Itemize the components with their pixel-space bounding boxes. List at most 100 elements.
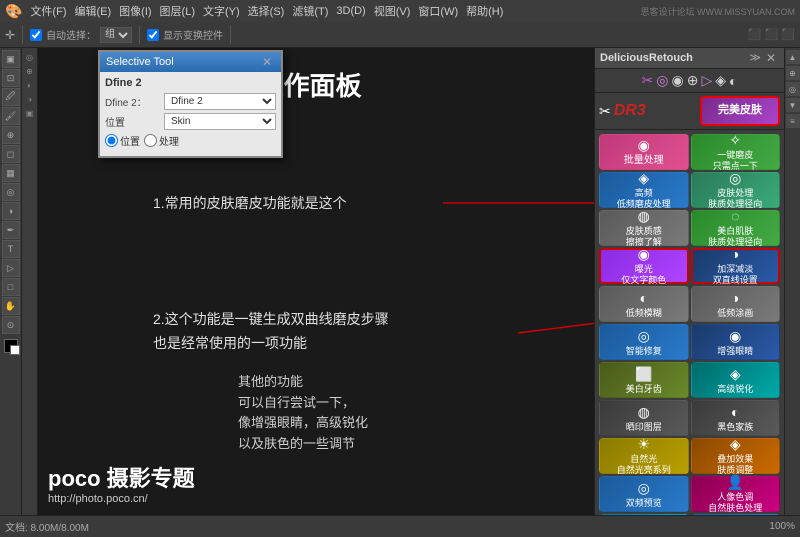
- panel-btn-smart-repair[interactable]: ◎ 智能修复: [599, 324, 689, 360]
- panel-btn-print-layer[interactable]: ◍ 晒印图层: [599, 400, 689, 436]
- print-icon: ◍: [638, 404, 650, 421]
- panel-btn-exposure[interactable]: ◉ 曝光仅文字颜色: [599, 248, 689, 284]
- panel-btn-texture[interactable]: ◍ 皮肤质感擦擦了解: [599, 210, 689, 246]
- radio-label-2[interactable]: 处理: [144, 133, 179, 148]
- exposure-label: 曝光仅文字颜色: [621, 264, 666, 286]
- menu-3d[interactable]: 3D(D): [336, 5, 365, 17]
- mini-tool-4[interactable]: ▼: [786, 98, 800, 112]
- pen-tool[interactable]: ✒: [2, 221, 20, 239]
- clone-tool[interactable]: ⊕: [2, 126, 20, 144]
- panel-btn-highfreq[interactable]: ◈ 高频低频磨皮处理: [599, 172, 689, 208]
- mini-tool-2[interactable]: ⊕: [786, 66, 800, 80]
- blur-tool[interactable]: ◎: [2, 183, 20, 201]
- panel-btn-enhance-eyes[interactable]: ◉ 增强眼睛: [691, 324, 781, 360]
- dialog-title: Selective Tool: [106, 56, 174, 68]
- mini-tool-3[interactable]: ◎: [786, 82, 800, 96]
- panel-close-btn[interactable]: ✕: [763, 51, 779, 65]
- panel-btn-natural-light[interactable]: ☀ 自然光自然光亮系列: [599, 438, 689, 474]
- sub-tool-3[interactable]: ◐: [24, 79, 36, 91]
- panel-btn-perfect-skin[interactable]: 完美皮肤: [700, 96, 780, 126]
- panel-btn-lowfreq-blur[interactable]: ◐ 低频模糊: [599, 286, 689, 322]
- panel-btn-lowfreq-paint[interactable]: ◑ 低频涂画: [691, 286, 781, 322]
- panel-tool-2[interactable]: ◎: [656, 72, 668, 89]
- black-label: 黑色家族: [717, 422, 753, 433]
- skinprocess-label: 皮肤处理肤质处理径向: [708, 188, 762, 210]
- menu-help[interactable]: 帮助(H): [466, 3, 503, 19]
- menu-filter[interactable]: 滤镜(T): [292, 3, 328, 19]
- radio-position[interactable]: [105, 134, 118, 147]
- dr3-row: ✂ DR3 完美皮肤: [595, 93, 784, 130]
- panel-tool-1[interactable]: ✂: [642, 72, 654, 89]
- dialog-row-2: 位置 Skin: [105, 113, 276, 130]
- perfect-skin-label: 完美皮肤: [718, 104, 762, 117]
- panel-btn-batch[interactable]: ◉ 批量处理: [599, 134, 689, 170]
- gradient-tool[interactable]: ▦: [2, 164, 20, 182]
- dialog-close-btn[interactable]: ✕: [259, 55, 275, 69]
- exposure-icon: ◉: [638, 246, 650, 263]
- panel-btn-dual-freq[interactable]: ◎ 双频预览: [599, 476, 689, 512]
- eyedropper-tool[interactable]: 🖉: [2, 88, 20, 106]
- dialog-body: Dfine 2 Dfine 2： Dfine 2 位置 Skin: [100, 72, 281, 156]
- show-transform-checkbox[interactable]: [147, 29, 159, 41]
- foreground-color[interactable]: [4, 339, 18, 353]
- menu-text[interactable]: 文字(Y): [203, 3, 240, 19]
- panel-btn-skinprocess[interactable]: ◎ 皮肤处理肤质处理径向: [691, 172, 781, 208]
- sub-tool-5[interactable]: ▣: [24, 107, 36, 119]
- zoom-level: 100%: [769, 521, 795, 532]
- menu-edit[interactable]: 编辑(E): [74, 3, 111, 19]
- text-tool[interactable]: T: [2, 240, 20, 258]
- lowfreq-paint-label: 低频涂画: [717, 308, 753, 319]
- panel-btn-sharpen[interactable]: ◈ 高级锐化: [691, 362, 781, 398]
- menu-layer[interactable]: 图层(L): [160, 3, 195, 19]
- menu-image[interactable]: 图像(I): [119, 3, 151, 19]
- poco-main-text: poco 摄影专题: [48, 461, 195, 493]
- brush-tool[interactable]: 🖌: [2, 107, 20, 125]
- panel-btn-whiten[interactable]: ◌ 美白肌肤肤质处理径向: [691, 210, 781, 246]
- mini-tool-1[interactable]: ▲: [786, 50, 800, 64]
- sharpen-label: 高级锐化: [717, 384, 753, 395]
- cyan-icon: ◉: [638, 512, 650, 515]
- panel-btn-overlay[interactable]: ◈ 叠加效果肤质调整: [691, 438, 781, 474]
- auto-select-dropdown[interactable]: 组: [100, 27, 132, 43]
- panel-tool-4[interactable]: ⊕: [687, 72, 699, 89]
- hand-tool[interactable]: ✋: [2, 297, 20, 315]
- main-layout: ▣ ⊡ 🖉 🖌 ⊕ ◻ ▦ ◎ ◑ ✒ T ▷ □ ✋ ⊙ ◎ ⊕ ◐ ◑ ▣ …: [0, 48, 800, 515]
- dialog-titlebar[interactable]: Selective Tool ✕: [100, 52, 281, 72]
- sub-tool-1[interactable]: ◎: [24, 51, 36, 63]
- dodge-tool[interactable]: ◑: [2, 202, 20, 220]
- eraser-tool[interactable]: ◻: [2, 145, 20, 163]
- mini-tool-5[interactable]: ≡: [786, 114, 800, 128]
- radio-label-1[interactable]: 位置: [105, 133, 140, 148]
- menu-select[interactable]: 选择(S): [248, 3, 285, 19]
- whiten-icon: ◌: [731, 208, 739, 225]
- oneclick-icon: ✧: [729, 132, 741, 149]
- menu-file[interactable]: 文件(F): [30, 3, 66, 19]
- panel-btn-blue-tone[interactable]: ◉ 蓝色调一些颜色: [691, 514, 781, 515]
- dialog-select-2[interactable]: Skin: [164, 113, 276, 130]
- selection-tool[interactable]: ▣: [2, 50, 20, 68]
- panel-btn-cyan-tone[interactable]: ◉ 青绿色调肤质一些调节: [599, 514, 689, 515]
- zoom-tool[interactable]: ⊙: [2, 316, 20, 334]
- menu-window[interactable]: 窗口(W): [418, 3, 458, 19]
- left-toolbox: ▣ ⊡ 🖉 🖌 ⊕ ◻ ▦ ◎ ◑ ✒ T ▷ □ ✋ ⊙: [0, 48, 22, 515]
- panel-btn-deepen[interactable]: ◑ 加深减淡双直线设置: [691, 248, 781, 284]
- panel-btn-whiten-teeth[interactable]: ⬜ 美白牙齿: [599, 362, 689, 398]
- radio-process[interactable]: [144, 134, 157, 147]
- panel-expand-icon[interactable]: ≫: [749, 51, 761, 65]
- sub-tool-4[interactable]: ◑: [24, 93, 36, 105]
- panel-tool-7[interactable]: ◐: [729, 73, 737, 89]
- sub-tool-2[interactable]: ⊕: [24, 65, 36, 77]
- auto-select-checkbox[interactable]: [30, 29, 42, 41]
- dialog-select-1[interactable]: Dfine 2: [164, 93, 276, 110]
- menu-view[interactable]: 视图(V): [374, 3, 411, 19]
- panel-btn-black-family[interactable]: ◐ 黑色家族: [691, 400, 781, 436]
- panel-btn-portrait-tone[interactable]: 👤 人像色调自然肤色处理: [691, 476, 781, 512]
- path-tool[interactable]: ▷: [2, 259, 20, 277]
- panel-tool-5[interactable]: ▷: [701, 72, 712, 89]
- shape-tool[interactable]: □: [2, 278, 20, 296]
- crop-tool[interactable]: ⊡: [2, 69, 20, 87]
- panel-tool-3[interactable]: ◉: [671, 72, 683, 89]
- panel-tool-6[interactable]: ◈: [715, 72, 726, 89]
- panel-btn-oneclick[interactable]: ✧ 一键磨皮只需点一下: [691, 134, 781, 170]
- poco-url: http://photo.poco.cn/: [48, 493, 195, 505]
